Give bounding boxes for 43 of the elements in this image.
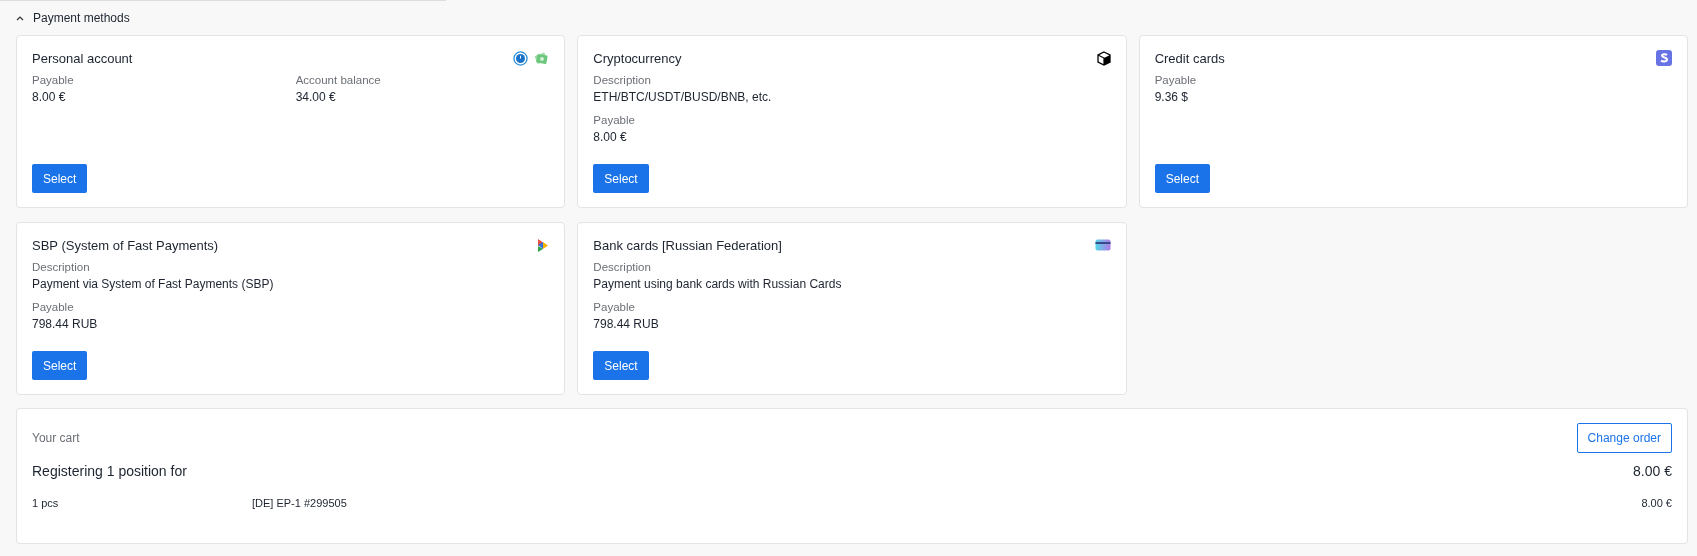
cube-icon <box>1096 50 1111 66</box>
item-price: 8.00 € <box>1641 497 1672 509</box>
cart-summary: Registering 1 position for <box>32 463 187 479</box>
section-title[interactable]: Payment methods <box>33 11 130 25</box>
item-quantity: 1 pcs <box>32 497 60 509</box>
field-label: Payable <box>32 74 75 86</box>
change-order-button[interactable]: Change order <box>1576 423 1672 453</box>
money-icon <box>534 50 550 66</box>
card-title: Credit cards <box>1154 50 1225 66</box>
field-value: 798.44 RUB <box>593 317 660 331</box>
item-name: [DE] EP-1 #299505 <box>252 497 348 509</box>
field-value: 798.44 RUB <box>32 317 99 331</box>
field-label: Description <box>593 74 652 86</box>
bank-card-icon <box>1094 239 1111 251</box>
field-label: Payable <box>32 301 75 313</box>
field-label: Payable <box>593 301 636 313</box>
chevron-up-icon[interactable] <box>16 15 24 21</box>
cart-label: Your cart <box>32 431 80 445</box>
s-logo-icon <box>1656 50 1672 66</box>
field-value: 8.00 € <box>32 90 67 104</box>
field-label: Account balance <box>295 74 382 86</box>
field-value: Payment via System of Fast Payments (SBP) <box>32 277 275 291</box>
select-button[interactable]: Select <box>593 351 649 380</box>
arrows-icon <box>537 237 550 253</box>
field-label: Payable <box>593 114 636 126</box>
select-button[interactable]: Select <box>32 164 88 193</box>
select-button[interactable]: Select <box>1154 164 1210 193</box>
card-title: Personal account <box>32 50 133 66</box>
cart-total: 8.00 € <box>1633 463 1672 479</box>
field-label: Description <box>32 261 91 273</box>
field-value: Payment using bank cards with Russian Cards <box>593 277 843 291</box>
field-value: 9.36 $ <box>1154 90 1190 104</box>
field-value: 8.00 € <box>593 130 628 144</box>
select-button[interactable]: Select <box>593 164 649 193</box>
field-value: 34.00 € <box>295 90 337 104</box>
card-title: Cryptocurrency <box>593 50 682 66</box>
card-title: SBP (System of Fast Payments) <box>32 237 219 253</box>
field-label: Description <box>593 261 652 273</box>
card-title: Bank cards [Russian Federation] <box>593 237 782 253</box>
clock-icon <box>513 50 529 66</box>
select-button[interactable]: Select <box>32 351 88 380</box>
field-value: ETH/BTC/USDT/BUSD/BNB, etc. <box>593 90 773 104</box>
field-label: Payable <box>1154 74 1198 86</box>
